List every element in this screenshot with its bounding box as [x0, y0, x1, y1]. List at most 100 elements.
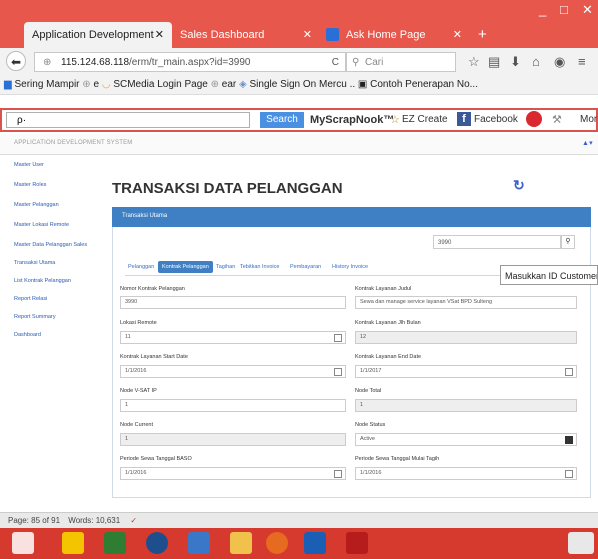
- end-date-field[interactable]: 1/1/2017: [355, 365, 577, 378]
- sidebar-item-master-user[interactable]: Master User: [14, 162, 44, 168]
- myscrapnook-link[interactable]: MyScrapNook™: [310, 112, 394, 128]
- proofing-icon[interactable]: ✓: [130, 516, 137, 525]
- tab-tagihan[interactable]: Tagihan: [216, 264, 235, 270]
- bookmark-item[interactable]: SCMedia Login Page: [113, 79, 208, 90]
- bookmark-item[interactable]: Sering Mampir: [14, 79, 79, 90]
- search-icon[interactable]: ⚲: [561, 235, 575, 249]
- lookup-icon[interactable]: [334, 334, 342, 342]
- bookmark-icon: ▣: [357, 79, 368, 90]
- label-kontrak-judul: Kontrak Layanan Judul: [355, 286, 412, 292]
- sidebar-item-report-relasi[interactable]: Report Relasi: [14, 296, 47, 302]
- facebook-link[interactable]: Facebook: [474, 112, 518, 128]
- bookmark-icon: ▆: [4, 79, 12, 90]
- tab-application-development[interactable]: Application Development ✕: [24, 22, 172, 48]
- download-icon[interactable]: ⬇: [510, 54, 521, 70]
- tab-ask-home-page[interactable]: Ask Home Page ✕: [320, 22, 470, 48]
- dropdown-icon[interactable]: [565, 436, 573, 444]
- keyboard-icon[interactable]: [568, 532, 594, 554]
- excel-icon[interactable]: [104, 532, 126, 554]
- url-path: /erm/tr_main.aspx?id=3990: [129, 57, 251, 68]
- sidebar-item-master-roles[interactable]: Master Roles: [14, 182, 46, 188]
- bookmark-item[interactable]: Single Sign On Mercu ..: [250, 79, 356, 90]
- firefox-icon[interactable]: [266, 532, 288, 554]
- pocket-icon[interactable]: ◉: [554, 54, 565, 70]
- url-host: 115.124.68.118: [61, 57, 130, 68]
- tab-pelanggan[interactable]: Pelanggan: [128, 264, 154, 270]
- new-tab-button[interactable]: +: [470, 22, 494, 48]
- tab-pembayaran[interactable]: Pembayaran: [290, 264, 321, 270]
- node-current-field: 1: [120, 433, 346, 446]
- toolbar-search-input[interactable]: [6, 112, 250, 128]
- start-windows-icon[interactable]: [12, 532, 34, 554]
- maximize-button[interactable]: □: [560, 2, 568, 17]
- calendar-icon[interactable]: [334, 470, 342, 478]
- word-count: Words: 10,631: [68, 516, 121, 525]
- folder-icon[interactable]: [230, 532, 252, 554]
- customer-id-input[interactable]: 3990: [433, 235, 561, 249]
- word-status-bar: Page: 85 of 91 Words: 10,631 ✓: [0, 512, 598, 529]
- close-icon[interactable]: ✕: [303, 22, 312, 48]
- bookmark-item[interactable]: Contoh Penerapan No...: [370, 79, 478, 90]
- word-icon[interactable]: [304, 532, 326, 554]
- navigation-bar: ⬅ ⊕ 115.124.68.118/erm/tr_main.aspx?id=3…: [0, 48, 598, 76]
- node-status-value: Active: [360, 436, 375, 442]
- reading-list-icon[interactable]: ▤: [488, 54, 500, 70]
- calendar-icon[interactable]: [334, 368, 342, 376]
- tab-sales-dashboard[interactable]: Sales Dashboard ✕: [172, 22, 320, 48]
- sidebar-item-master-lokasi-remote[interactable]: Master Lokasi Remote: [14, 222, 69, 228]
- close-window-button[interactable]: ✕: [582, 2, 593, 18]
- periode-baso-value: 1/1/2016: [125, 470, 147, 476]
- tab-history-invoice[interactable]: History Invoice: [332, 264, 368, 270]
- back-button[interactable]: ⬅: [6, 51, 26, 71]
- page-title: TRANSAKSI DATA PELANGGAN: [112, 180, 343, 197]
- reload-icon[interactable]: C: [332, 53, 339, 73]
- bookmark-item[interactable]: e: [93, 79, 99, 90]
- lokasi-remote-field[interactable]: 11: [120, 331, 346, 344]
- hp-icon[interactable]: [146, 532, 168, 554]
- calendar-icon[interactable]: [565, 368, 573, 376]
- bookmark-star-icon[interactable]: ☆: [468, 54, 480, 70]
- explorer-icon[interactable]: [62, 532, 84, 554]
- minimize-button[interactable]: _: [539, 2, 546, 17]
- browser-search-box[interactable]: ⚲ Cari: [346, 52, 456, 72]
- sidebar-item-list-kontrak-pelanggan[interactable]: List Kontrak Pelanggan: [14, 278, 71, 284]
- refresh-icon[interactable]: ↻: [513, 177, 525, 194]
- addon-icon[interactable]: [526, 111, 542, 127]
- tab-tebitkan-invoice[interactable]: Tebitkan Invoice: [240, 264, 279, 270]
- close-icon[interactable]: ✕: [453, 22, 462, 48]
- end-date-value: 1/1/2017: [360, 368, 382, 374]
- label-periode-tagih: Periode Sewa Tanggal Mulai Tagih: [355, 456, 440, 462]
- user-menu-icon[interactable]: ▲▾: [582, 139, 593, 147]
- node-v-sat-ip-field[interactable]: 1: [120, 399, 346, 412]
- menu-icon[interactable]: ≡: [578, 54, 586, 69]
- periode-baso-field[interactable]: 1/1/2016: [120, 467, 346, 480]
- tooltip: Masukkan ID Customer At: [500, 265, 598, 285]
- address-bar[interactable]: ⊕ 115.124.68.118/erm/tr_main.aspx?id=399…: [34, 52, 346, 72]
- tools-icon[interactable]: ⚒: [552, 112, 562, 128]
- sidebar-item-master-data-pelanggan-sales[interactable]: Master Data Pelanggan Sales: [14, 242, 87, 248]
- calendar-icon[interactable]: [565, 470, 573, 478]
- acrobat-icon[interactable]: [346, 532, 368, 554]
- more-link[interactable]: Mor: [580, 112, 597, 128]
- sidebar-item-report-summary[interactable]: Report Summary: [14, 314, 56, 320]
- label-lokasi-remote: Lokasi Remote: [120, 320, 157, 326]
- browser-titlebar: Application Development ✕ Sales Dashboar…: [0, 0, 598, 48]
- sidebar-item-dashboard[interactable]: Dashboard: [14, 332, 41, 338]
- app-icon[interactable]: [188, 532, 210, 554]
- panel-title: Transaksi Utama: [122, 213, 168, 219]
- kontrak-judul-field[interactable]: Sewa dan manage service layanan VSat BPD…: [355, 296, 577, 309]
- node-status-select[interactable]: Active: [355, 433, 577, 446]
- start-date-field[interactable]: 1/1/2016: [120, 365, 346, 378]
- periode-tagih-field[interactable]: 1/1/2016: [355, 467, 577, 480]
- home-icon[interactable]: ⌂: [532, 54, 540, 69]
- nomor-kontrak-field[interactable]: 3990: [120, 296, 346, 309]
- ez-create-link[interactable]: EZ Create: [402, 112, 448, 128]
- close-icon[interactable]: ✕: [155, 22, 164, 48]
- sidebar-item-master-pelanggan[interactable]: Master Pelanggan: [14, 202, 59, 208]
- bookmark-item[interactable]: ear: [222, 79, 236, 90]
- tab-kontrak-pelanggan[interactable]: Kontrak Pelanggan: [158, 261, 213, 273]
- sidebar-item-transaksi-utama[interactable]: Transaksi Utama: [14, 260, 55, 266]
- label-node-current: Node Current: [120, 422, 154, 428]
- label-periode-baso: Periode Sewa Tanggal BASO: [120, 456, 192, 462]
- toolbar-search-button[interactable]: Search: [260, 112, 304, 128]
